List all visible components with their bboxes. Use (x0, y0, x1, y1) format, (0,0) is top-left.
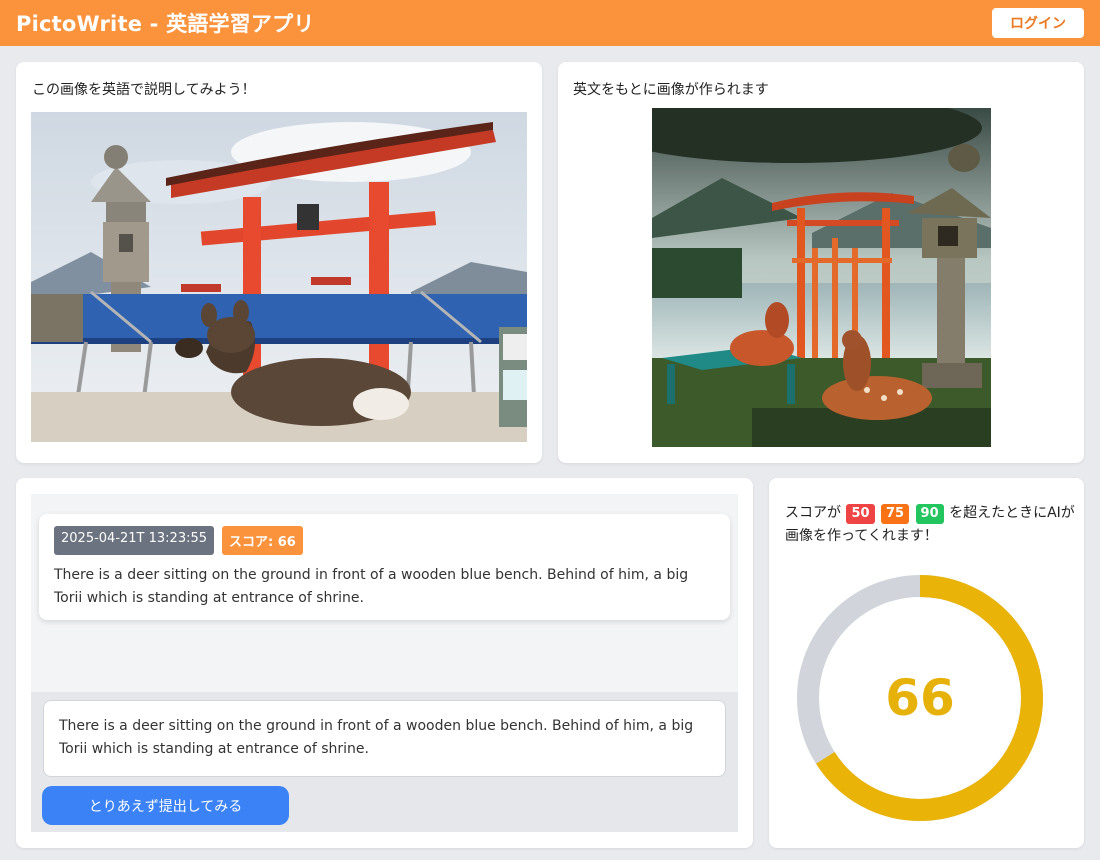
generated-title: 英文をもとに画像が作られます (573, 82, 769, 98)
prompt-image-card: この画像を英語で説明してみよう！ (16, 62, 542, 463)
timestamp-badge: 2025-04-21T 13:23:55 (54, 526, 215, 555)
app-header: PictoWrite - 英語学習アプリ ログイン (0, 0, 1100, 46)
prompt-title: この画像を英語で説明してみよう！ (32, 82, 256, 98)
app-title: PictoWrite - 英語学習アプリ (16, 12, 315, 36)
threshold-badge-75: 75 (881, 504, 910, 524)
essay-input[interactable]: There is a deer sitting on the ground in… (43, 700, 726, 777)
history-list[interactable]: 2025-04-21T 13:23:55 スコア: 66 There is a … (31, 494, 738, 692)
gauge-score-value: 66 (885, 669, 955, 727)
threshold-badge-50: 50 (846, 504, 875, 524)
submit-button[interactable]: とりあえず提出してみる (42, 786, 289, 825)
history-badges: 2025-04-21T 13:23:55 スコア: 66 (54, 526, 303, 555)
prompt-photo (31, 112, 527, 442)
score-card: スコアが 50 75 90 を超えたときにAIが画像を作ってくれます！ 66 (769, 478, 1084, 848)
threshold-badge-90: 90 (915, 504, 944, 524)
login-button[interactable]: ログイン (992, 8, 1084, 38)
generated-photo (652, 108, 991, 447)
history-entry: 2025-04-21T 13:23:55 スコア: 66 There is a … (39, 514, 730, 620)
generated-image-card: 英文をもとに画像が作られます (558, 62, 1084, 463)
score-gauge: 66 (795, 573, 1045, 823)
score-info-prefix: スコアが (785, 505, 841, 521)
input-area: There is a deer sitting on the ground in… (31, 692, 738, 832)
score-badge: スコア: 66 (222, 526, 303, 555)
history-text: There is a deer sitting on the ground in… (54, 567, 689, 606)
score-info: スコアが 50 75 90 を超えたときにAIが画像を作ってくれます！ (785, 502, 1075, 548)
